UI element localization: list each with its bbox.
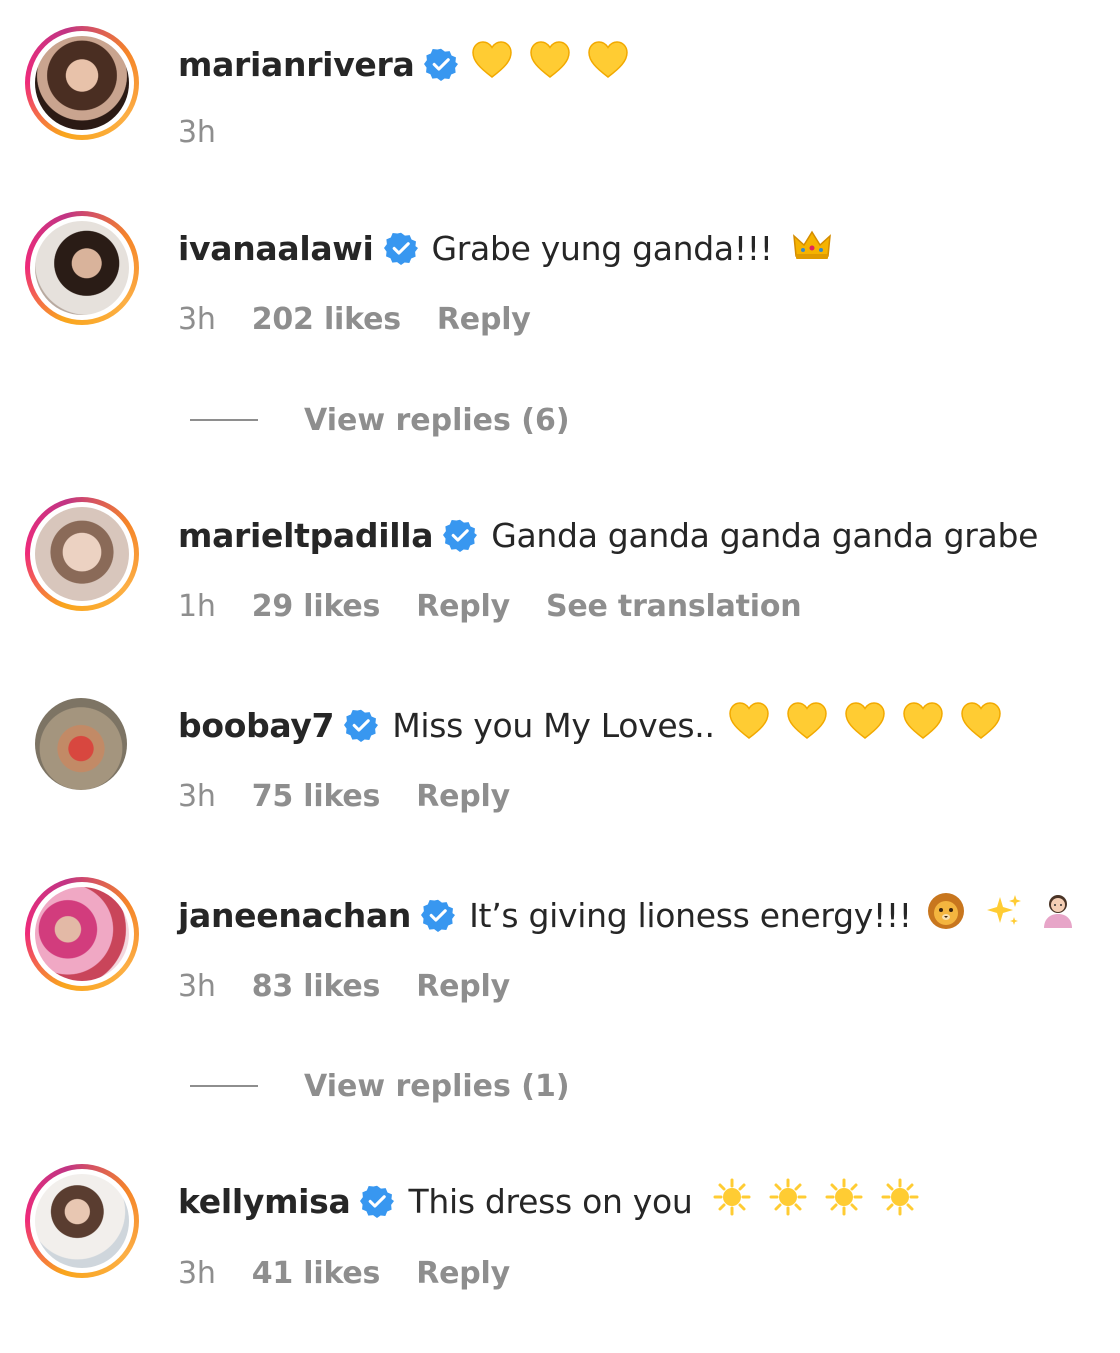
- comment-likes[interactable]: 83 likes: [252, 969, 381, 1004]
- comment-likes[interactable]: 75 likes: [252, 779, 381, 814]
- comment-username[interactable]: kellymisa: [178, 1182, 351, 1221]
- lion-face-icon: [926, 892, 966, 938]
- replies-divider: [190, 419, 258, 421]
- comment-text: Ganda ganda ganda ganda grabe: [491, 515, 1039, 555]
- story-ring: [25, 497, 139, 611]
- verified-badge-icon: [421, 899, 456, 932]
- comment-username[interactable]: boobay7: [178, 706, 335, 745]
- reply-button[interactable]: Reply: [416, 589, 510, 624]
- verified-badge-icon: [383, 232, 418, 265]
- view-replies-button[interactable]: View replies (6): [190, 400, 570, 440]
- sparkles-icon: [984, 893, 1022, 937]
- yellow-heart-icon: [786, 702, 827, 748]
- yellow-heart-icon: [588, 41, 629, 87]
- woman-gesturing-icon: [1040, 892, 1076, 938]
- story-ring: [25, 211, 139, 325]
- avatar[interactable]: [25, 1164, 139, 1278]
- view-replies-label: View replies (6): [304, 402, 570, 438]
- verified-badge-icon: [443, 519, 478, 552]
- comment-time: 1h: [178, 588, 216, 624]
- comment-time: 3h: [178, 1255, 216, 1291]
- see-translation-button[interactable]: See translation: [546, 589, 802, 624]
- sun-icon: [881, 1178, 919, 1224]
- avatar[interactable]: [25, 688, 139, 802]
- yellow-heart-icon: [844, 702, 885, 748]
- comment-text: Miss you My Loves..: [392, 705, 715, 745]
- avatar-photo: [35, 1174, 129, 1268]
- yellow-heart-icon: [728, 702, 769, 748]
- reply-button[interactable]: Reply: [416, 1256, 510, 1291]
- verified-badge-icon: [424, 48, 459, 81]
- reply-button[interactable]: Reply: [416, 779, 510, 814]
- comment-likes[interactable]: 202 likes: [252, 302, 401, 337]
- comment-likes[interactable]: 29 likes: [252, 589, 381, 624]
- comment-time: 3h: [178, 968, 216, 1004]
- avatar[interactable]: [25, 497, 139, 611]
- yellow-heart-icon: [472, 41, 513, 87]
- avatar-photo: [35, 887, 129, 981]
- comment-username[interactable]: marieltpadilla: [178, 516, 434, 555]
- comment-username[interactable]: janeenachan: [178, 896, 411, 935]
- story-ring: [25, 26, 139, 140]
- avatar-photo: [35, 698, 127, 790]
- comment-time: 3h: [178, 301, 216, 337]
- verified-badge-icon: [360, 1185, 395, 1218]
- view-replies-button[interactable]: View replies (1): [190, 1066, 570, 1106]
- yellow-heart-icon: [960, 702, 1001, 748]
- yellow-heart-icon: [530, 41, 571, 87]
- comment-username[interactable]: marianrivera: [178, 45, 415, 84]
- comment-text: It’s giving lioness energy!!!: [469, 895, 912, 935]
- sun-icon: [769, 1178, 807, 1224]
- avatar[interactable]: [25, 211, 139, 325]
- comment-likes[interactable]: 41 likes: [252, 1256, 381, 1291]
- avatar-photo: [35, 36, 129, 130]
- story-ring: [25, 1164, 139, 1278]
- comment-time: 3h: [178, 114, 216, 150]
- avatar[interactable]: [25, 26, 139, 140]
- yellow-heart-icon: [902, 702, 943, 748]
- story-ring: [25, 877, 139, 991]
- avatar-photo: [35, 507, 129, 601]
- comment-username[interactable]: ivanaalawi: [178, 229, 374, 268]
- avatar[interactable]: [25, 877, 139, 991]
- comment-time: 3h: [178, 778, 216, 814]
- sun-icon: [825, 1178, 863, 1224]
- view-replies-label: View replies (1): [304, 1068, 570, 1104]
- reply-button[interactable]: Reply: [416, 969, 510, 1004]
- verified-badge-icon: [344, 709, 379, 742]
- sun-icon: [713, 1178, 751, 1224]
- comment-text: Grabe yung ganda!!!: [431, 228, 773, 268]
- avatar-photo: [35, 221, 129, 315]
- comment-text: This dress on you: [408, 1181, 693, 1221]
- crown-icon: [792, 229, 831, 268]
- replies-divider: [190, 1085, 258, 1087]
- reply-button[interactable]: Reply: [437, 302, 531, 337]
